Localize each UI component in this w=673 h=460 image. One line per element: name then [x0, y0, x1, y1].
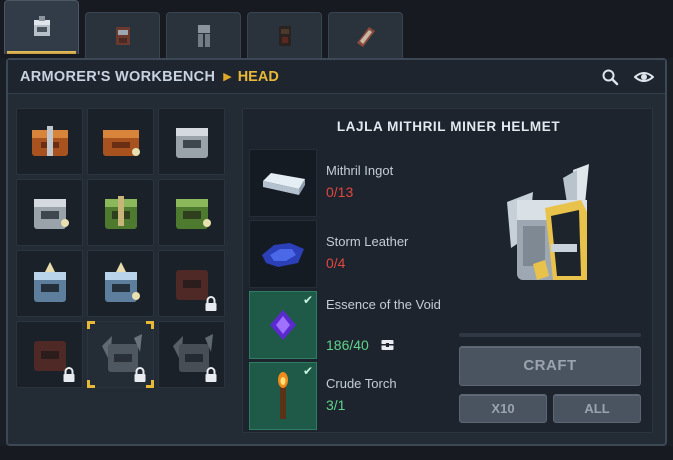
selection-corner [146, 380, 154, 388]
octarine-miner-helmet-icon [104, 261, 140, 302]
recipe-slot-locked[interactable] [158, 250, 225, 317]
item-preview-icon [507, 164, 589, 280]
storm-leather-icon [262, 243, 304, 267]
ingredient-row[interactable]: Mithril Ingot 0/13 [249, 149, 439, 217]
craft-progress-bar [459, 333, 641, 337]
bracers-icon [356, 26, 375, 47]
recipe-slot-selected[interactable] [87, 321, 154, 388]
selection-corner [146, 321, 154, 329]
tab-bracers[interactable] [328, 12, 403, 58]
selection-corner [87, 321, 95, 329]
copper-miner-helmet-icon [102, 129, 140, 156]
ingredient-row[interactable]: ✔ Crude Torch 3/1 [249, 362, 439, 430]
category-tabs [0, 0, 673, 58]
breadcrumb-category: HEAD [237, 68, 279, 85]
check-icon: ✔ [302, 364, 313, 378]
ingredient-count: 0/13 [326, 184, 354, 200]
tab-legs[interactable] [166, 12, 241, 58]
leg-armor-icon [197, 24, 210, 47]
scarlet-miner-helmet-icon [175, 198, 211, 229]
tab-head[interactable] [4, 0, 79, 54]
ingredient-name: Essence of the Void [326, 297, 441, 312]
breadcrumb-title: ARMORER'S WORKBENCH [20, 68, 216, 85]
ingredient-count: 0/4 [326, 255, 346, 271]
recipe-slot[interactable] [16, 108, 83, 175]
lock-icon [205, 367, 217, 382]
ingredient-thumb [249, 220, 317, 288]
ingredient-count-value: 186/40 [326, 337, 369, 353]
recipe-detail: LAJLA MITHRIL MINER HELMET Mithril Ingot… [242, 108, 653, 433]
recipe-slot[interactable] [87, 250, 154, 317]
ingredient-thumb: ✔ [249, 362, 317, 430]
check-icon: ✔ [302, 293, 313, 307]
ingredient-thumb [249, 149, 317, 217]
octarine-helmet-icon [33, 261, 66, 302]
recipe-slot[interactable] [87, 108, 154, 175]
dark-armor-icon [278, 25, 291, 46]
copper-helmet-icon [31, 125, 68, 156]
torch-icon [278, 372, 288, 419]
item-name: LAJLA MITHRIL MINER HELMET [336, 119, 561, 134]
workbench-panel: ARMORER'S WORKBENCH ▶ HEAD LAJLA MITHRIL… [6, 58, 667, 446]
recipe-slot[interactable] [87, 179, 154, 246]
craft-all-button[interactable]: ALL [553, 394, 641, 423]
tab-dark-armor[interactable] [247, 12, 322, 58]
ingredient-count: 3/1 [326, 397, 346, 413]
selection-corner [87, 380, 95, 388]
lock-icon [134, 367, 146, 382]
bottom-strip [0, 446, 673, 460]
ingredient-thumb: ✔ [249, 291, 317, 359]
ingredient-row[interactable]: ✔ Essence of the Void 186/40 [249, 291, 441, 359]
iron-helmet-icon [175, 127, 208, 158]
scarlet-helmet-icon [104, 195, 137, 229]
armor-helmet-icon [33, 15, 50, 36]
chest-icon [381, 340, 394, 350]
chest-armor-icon [115, 26, 130, 45]
ingredient-count: 186/40 [326, 337, 394, 353]
recipe-slot[interactable] [16, 250, 83, 317]
iron-miner-helmet-icon [33, 198, 69, 229]
void-essence-icon [270, 310, 296, 340]
mithril-ingot-icon [263, 173, 305, 195]
ingredient-row[interactable]: Storm Leather 0/4 [249, 220, 439, 288]
panel-header: ARMORER'S WORKBENCH ▶ HEAD [8, 60, 665, 94]
search-icon[interactable] [601, 68, 619, 86]
recipe-slot[interactable] [158, 179, 225, 246]
recipe-slot[interactable] [16, 179, 83, 246]
recipe-slot[interactable] [158, 108, 225, 175]
craft-button[interactable]: CRAFT [459, 346, 641, 386]
tab-chest[interactable] [85, 12, 160, 58]
ingredient-name: Crude Torch [326, 376, 397, 391]
eye-icon[interactable] [634, 68, 654, 86]
craft-x10-button[interactable]: X10 [459, 394, 547, 423]
ingredient-name: Mithril Ingot [326, 163, 394, 178]
recipe-slot-locked[interactable] [16, 321, 83, 388]
recipe-slot-locked[interactable] [158, 321, 225, 388]
breadcrumb-separator: ▶ [223, 71, 232, 83]
ingredient-name: Storm Leather [326, 234, 409, 249]
lock-icon [63, 367, 75, 382]
lock-icon [205, 296, 217, 311]
